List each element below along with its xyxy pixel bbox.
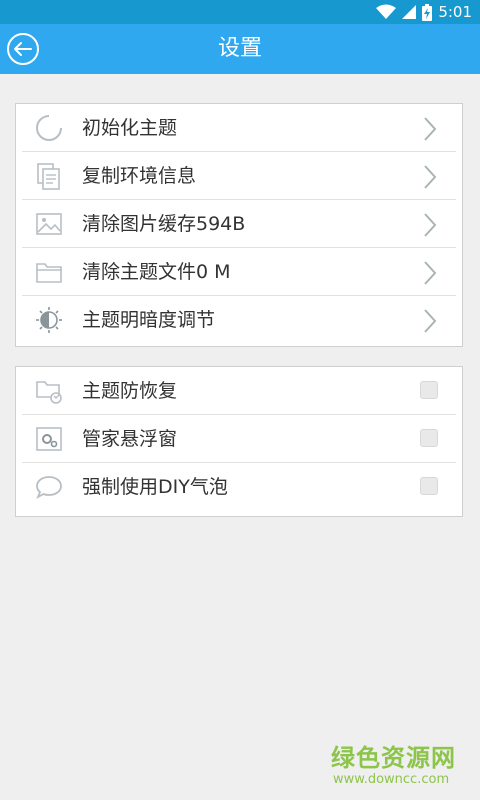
theme-anti-restore-checkbox[interactable] xyxy=(420,381,438,399)
status-time: 5:01 xyxy=(438,3,472,21)
row-label: 管家悬浮窗 xyxy=(82,428,178,450)
floating-window-checkbox[interactable] xyxy=(420,429,438,447)
row-clear-theme-files[interactable]: 清除主题文件0 M xyxy=(22,248,456,296)
watermark-url: www.downcc.com xyxy=(333,772,450,787)
row-label: 复制环境信息 xyxy=(82,165,197,187)
back-arrow-icon[interactable] xyxy=(6,32,40,66)
wifi-icon xyxy=(376,4,397,19)
brightness-icon xyxy=(36,307,62,333)
toggle-group: 主题防恢复 管家悬浮窗 强制使用DIY气泡 xyxy=(15,366,463,517)
row-init-theme[interactable]: 初始化主题 xyxy=(22,104,456,152)
watermark: 绿色资源网 www.downcc.com xyxy=(331,744,456,788)
row-brightness[interactable]: 主题明暗度调节 xyxy=(22,296,456,344)
row-label: 主题明暗度调节 xyxy=(82,309,216,331)
row-label: 初始化主题 xyxy=(82,117,178,139)
row-theme-anti-restore[interactable]: 主题防恢复 xyxy=(22,367,456,415)
row-label: 主题防恢复 xyxy=(82,380,178,402)
folder-icon xyxy=(36,263,62,283)
speech-bubble-icon xyxy=(36,476,62,499)
status-bar: 5:01 xyxy=(0,0,480,24)
chevron-right-icon xyxy=(424,309,437,333)
chevron-right-icon xyxy=(424,117,437,141)
chevron-right-icon xyxy=(424,165,437,189)
copy-document-icon xyxy=(37,163,60,190)
gear-window-icon xyxy=(36,427,62,451)
status-indicators: 5:01 xyxy=(376,0,472,24)
row-force-diy-bubble[interactable]: 强制使用DIY气泡 xyxy=(22,463,456,511)
refresh-circle-icon xyxy=(36,115,62,141)
battery-charging-icon xyxy=(422,3,433,21)
row-copy-env[interactable]: 复制环境信息 xyxy=(22,152,456,200)
chevron-right-icon xyxy=(424,261,437,285)
page-title: 设置 xyxy=(217,36,262,61)
watermark-title: 绿色资源网 xyxy=(331,744,456,772)
settings-group: 初始化主题 复制环境信息 清除图片缓存594B 清除主题文件0 M 主题明暗度调… xyxy=(15,103,463,347)
force-diy-bubble-checkbox[interactable] xyxy=(420,477,438,495)
row-floating-window[interactable]: 管家悬浮窗 xyxy=(22,415,456,463)
image-icon xyxy=(36,213,62,235)
row-label: 强制使用DIY气泡 xyxy=(82,476,228,498)
folder-restore-icon xyxy=(36,381,62,404)
row-label: 清除图片缓存594B xyxy=(82,213,246,235)
signal-icon xyxy=(402,5,417,19)
app-bar: 设置 xyxy=(0,24,480,74)
row-label: 清除主题文件0 M xyxy=(82,261,231,283)
row-clear-image-cache[interactable]: 清除图片缓存594B xyxy=(22,200,456,248)
chevron-right-icon xyxy=(424,213,437,237)
